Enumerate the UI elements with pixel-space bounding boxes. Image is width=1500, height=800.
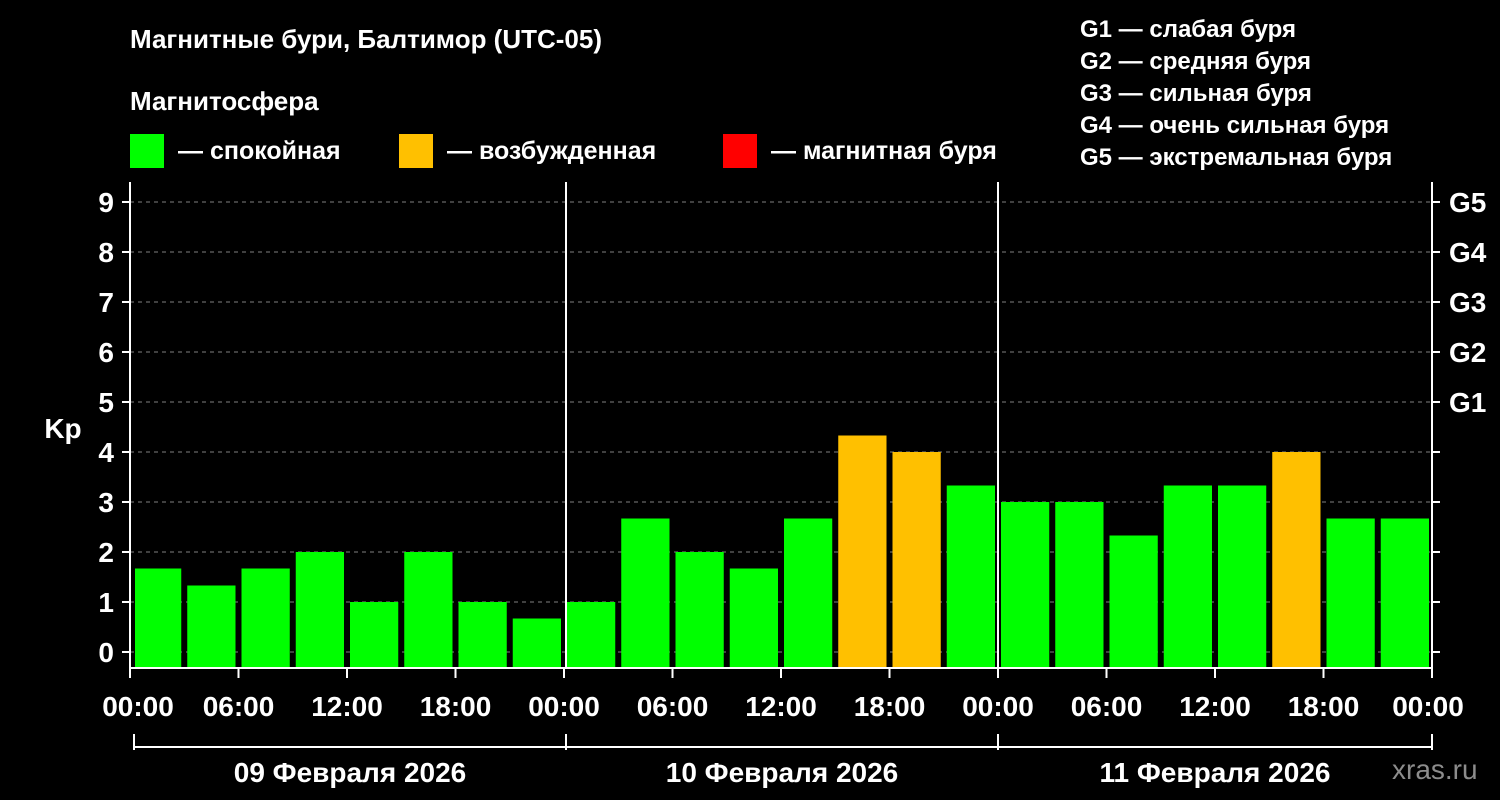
bar-8 <box>512 618 561 668</box>
y-tick-label-7: 7 <box>98 287 114 318</box>
g-scale-label-g5: G5 <box>1449 187 1486 218</box>
bar-2 <box>187 585 236 668</box>
x-tick-label-11: 18:00 <box>1288 691 1360 722</box>
bar-22 <box>1272 452 1321 668</box>
g-scale-label-g4: G4 <box>1449 237 1487 268</box>
bar-16 <box>946 485 995 668</box>
bar-15 <box>892 452 941 668</box>
bar-14 <box>838 435 887 668</box>
y-tick-label-1: 1 <box>98 587 114 618</box>
x-tick-label-0: 00:00 <box>102 691 174 722</box>
bar-21 <box>1218 485 1267 668</box>
bar-4 <box>295 552 344 668</box>
day-label-2: 11 Февраля 2026 <box>1100 757 1331 788</box>
bar-13 <box>784 518 833 668</box>
bar-1 <box>135 568 182 668</box>
y-tick-label-3: 3 <box>98 487 114 518</box>
day-label-0: 09 Февраля 2026 <box>234 757 466 788</box>
bar-11 <box>675 552 724 668</box>
bar-7 <box>458 602 507 668</box>
x-tick-label-10: 12:00 <box>1179 691 1251 722</box>
x-tick-label-4: 00:00 <box>528 691 600 722</box>
day-label-1: 10 Февраля 2026 <box>666 757 898 788</box>
bar-10 <box>621 518 670 668</box>
y-tick-label-2: 2 <box>98 537 114 568</box>
bar-24 <box>1380 518 1429 668</box>
x-tick-label-2: 12:00 <box>311 691 383 722</box>
bar-5 <box>350 602 399 668</box>
y-tick-label-9: 9 <box>98 187 114 218</box>
bar-6 <box>404 552 453 668</box>
bar-18 <box>1055 502 1104 668</box>
g-scale-label-g2: G2 <box>1449 337 1486 368</box>
bar-12 <box>729 568 778 668</box>
x-tick-label-8: 00:00 <box>962 691 1034 722</box>
bar-23 <box>1326 518 1375 668</box>
kp-bar-chart: Kp 0 1 2 3 4 5 6 7 8 9 G1 G2 G3 G4 G5 00:00 06:00 12:00 18… <box>44 182 1487 788</box>
y-axis-label: Kp <box>44 413 81 444</box>
x-tick-label-9: 06:00 <box>1071 691 1143 722</box>
bar-3 <box>241 568 290 668</box>
x-tick-label-3: 18:00 <box>420 691 492 722</box>
y-tick-label-6: 6 <box>98 337 114 368</box>
source-credit: xras.ru <box>1392 754 1478 785</box>
bar-20 <box>1163 485 1212 668</box>
g-scale-label-g3: G3 <box>1449 287 1486 318</box>
bar-9 <box>567 602 616 668</box>
y-tick-label-8: 8 <box>98 237 114 268</box>
x-tick-label-6: 12:00 <box>745 691 817 722</box>
x-tick-label-5: 06:00 <box>637 691 709 722</box>
x-tick-label-12: 00:00 <box>1392 691 1464 722</box>
x-tick-label-7: 18:00 <box>854 691 926 722</box>
bar-19 <box>1109 535 1158 668</box>
bar-17 <box>1001 502 1050 668</box>
y-tick-label-0: 0 <box>98 637 114 668</box>
x-tick-label-1: 06:00 <box>203 691 275 722</box>
y-tick-label-4: 4 <box>98 437 114 468</box>
y-tick-label-5: 5 <box>98 387 114 418</box>
g-scale-label-g1: G1 <box>1449 387 1486 418</box>
